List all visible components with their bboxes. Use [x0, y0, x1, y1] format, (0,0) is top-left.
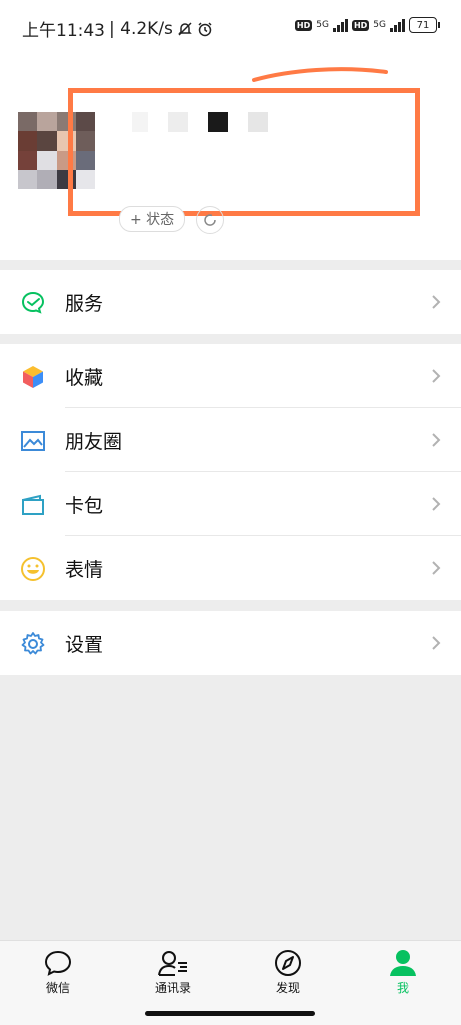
status-left: 上午11:43 | 4.2K/s — [22, 16, 213, 41]
services-icon — [21, 291, 45, 314]
refresh-icon — [204, 214, 216, 226]
gear-icon — [21, 632, 45, 655]
tab-label: 通讯录 — [154, 981, 191, 995]
menu-label: 表情 — [65, 558, 104, 581]
chevron-right-icon — [432, 497, 441, 511]
bell-off-icon — [178, 21, 192, 36]
chevron-right-icon — [432, 295, 441, 309]
annotation-box — [68, 88, 420, 216]
alarm-icon — [198, 21, 212, 36]
card-wallet-icon — [22, 494, 44, 515]
chevron-right-icon — [432, 369, 441, 383]
menu-item-stickers[interactable]: 表情 — [0, 536, 461, 600]
chat-bubble-icon — [44, 950, 72, 976]
signal-icon — [390, 18, 405, 32]
services-group: 服务 — [0, 270, 461, 334]
clock: 上午11:43 — [22, 21, 105, 41]
profile-header[interactable]: + 状态 — [0, 52, 461, 260]
tab-contacts[interactable]: 通讯录 — [133, 949, 213, 996]
person-icon — [390, 950, 416, 976]
smiley-icon — [21, 557, 45, 581]
menu-item-services[interactable]: 服务 — [0, 270, 461, 334]
tab-chats[interactable]: 微信 — [18, 949, 98, 996]
chevron-right-icon — [432, 561, 441, 575]
favorites-icon — [23, 366, 43, 388]
tab-label: 我 — [396, 981, 409, 995]
tab-discover[interactable]: 发现 — [248, 949, 328, 996]
menu-item-settings[interactable]: 设置 — [0, 611, 461, 675]
menu-label: 朋友圈 — [65, 430, 123, 453]
hd-badge: HD — [294, 19, 313, 31]
battery-level: 71 — [416, 19, 430, 31]
network-speed: | 4.2K/s — [109, 18, 173, 39]
hd-badge: HD — [351, 19, 370, 31]
status-button-label: + 状态 — [130, 212, 175, 228]
network-type: 5G — [316, 20, 329, 30]
menu-label: 收藏 — [65, 366, 104, 389]
contacts-icon — [158, 951, 187, 976]
tab-me[interactable]: 我 — [363, 949, 443, 996]
blurred-nickname — [132, 112, 268, 132]
settings-group: 设置 — [0, 611, 461, 675]
menu-item-favorites[interactable]: 收藏 — [0, 344, 461, 408]
battery-icon: 71 — [409, 17, 440, 33]
menu-label: 设置 — [65, 633, 104, 656]
status-bar: 上午11:43 | 4.2K/s HD 5G HD 5G 71 — [0, 0, 461, 52]
menu-item-cards[interactable]: 卡包 — [0, 472, 461, 536]
menu-label: 服务 — [65, 292, 104, 315]
status-right: HD 5G HD 5G 71 — [294, 17, 440, 33]
chevron-right-icon — [432, 636, 441, 650]
menu-label: 卡包 — [65, 494, 104, 517]
annotation-scribble — [252, 67, 388, 82]
network-type: 5G — [373, 20, 386, 30]
home-indicator[interactable] — [145, 1011, 315, 1016]
signal-icon — [332, 18, 348, 32]
status-button[interactable]: + 状态 — [119, 206, 186, 232]
features-group: 收藏 朋友圈 卡包 表情 — [0, 344, 461, 600]
moments-icon — [21, 431, 45, 451]
refresh-status-button[interactable] — [196, 206, 224, 234]
menu-item-moments[interactable]: 朋友圈 — [0, 408, 461, 472]
chevron-right-icon — [432, 433, 441, 447]
compass-icon — [275, 950, 301, 976]
tab-label: 发现 — [275, 981, 300, 995]
tab-label: 微信 — [45, 981, 70, 995]
